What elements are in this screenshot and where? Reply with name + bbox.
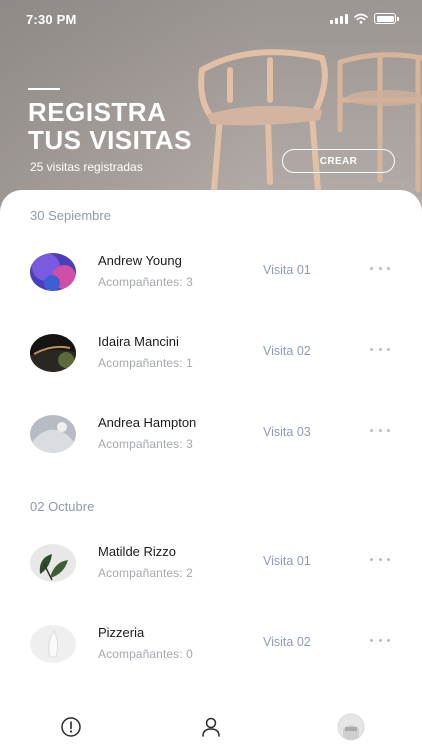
more-options-icon[interactable] (370, 423, 390, 437)
status-bar: 7:30 PM (0, 0, 422, 36)
visit-link[interactable]: Visita 02 (263, 635, 311, 649)
companions-count: Acompañantes: 3 (98, 275, 193, 289)
more-options-icon[interactable] (370, 342, 390, 356)
user-icon (202, 717, 220, 737)
visitor-name: Idaira Mancini (98, 334, 179, 349)
list-item[interactable]: Idaira Mancini Acompañantes: 1 Visita 02 (0, 334, 422, 404)
avatar (30, 415, 76, 453)
visitor-name: Matilde Rizzo (98, 544, 177, 559)
avatar (30, 544, 76, 582)
visit-link[interactable]: Visita 03 (263, 425, 311, 439)
visits-count: 25 visitas registradas (30, 160, 143, 174)
list-item[interactable]: Andrea Hampton Acompañantes: 3 Visita 03 (0, 415, 422, 485)
tab-account[interactable] (336, 712, 366, 742)
visit-link[interactable]: Visita 01 (263, 263, 311, 277)
more-options-icon[interactable] (370, 552, 390, 566)
hero-header: 7:30 PM REGISTRA TUS VISITAS 25 visitas … (0, 0, 422, 212)
page-title: REGISTRA TUS VISITAS (28, 98, 268, 154)
tab-profile[interactable] (196, 712, 226, 742)
avatar (30, 625, 76, 663)
avatar (30, 334, 76, 372)
companions-count: Acompañantes: 3 (98, 437, 193, 451)
section-date: 30 Sepiembre (30, 208, 111, 223)
visitor-name: Andrew Young (98, 253, 182, 268)
visit-link[interactable]: Visita 01 (263, 554, 311, 568)
signal-icon (330, 14, 348, 24)
visitor-name: Pizzeria (98, 625, 145, 640)
companions-count: Acompañantes: 0 (98, 647, 193, 661)
more-options-icon[interactable] (370, 633, 390, 647)
status-icons (330, 13, 399, 24)
list-item[interactable]: Andrew Young Acompañantes: 3 Visita 01 (0, 253, 422, 323)
tab-alerts[interactable] (56, 712, 86, 742)
wifi-icon (354, 13, 368, 24)
companions-count: Acompañantes: 1 (98, 356, 193, 370)
alert-icon (61, 717, 81, 737)
tab-bar (0, 706, 422, 750)
page-title-line-2: TUS VISITAS (28, 125, 192, 155)
list-item[interactable]: Matilde Rizzo Acompañantes: 2 Visita 01 (0, 544, 422, 614)
companions-count: Acompañantes: 2 (98, 566, 193, 580)
visit-link[interactable]: Visita 02 (263, 344, 311, 358)
more-options-icon[interactable] (370, 261, 390, 275)
list-item[interactable]: Pizzeria Acompañantes: 0 Visita 02 (0, 625, 422, 695)
create-button[interactable]: CREAR (282, 149, 395, 173)
battery-icon (374, 13, 399, 24)
visits-sheet: 30 Sepiembre Andrew Young Acompañantes: … (0, 190, 422, 750)
status-time: 7:30 PM (26, 12, 77, 27)
visitor-name: Andrea Hampton (98, 415, 197, 430)
page-title-line-1: REGISTRA (28, 97, 167, 127)
title-rule (28, 88, 60, 90)
profile-avatar (337, 713, 365, 741)
section-date: 02 Octubre (30, 499, 95, 514)
avatar (30, 253, 76, 291)
